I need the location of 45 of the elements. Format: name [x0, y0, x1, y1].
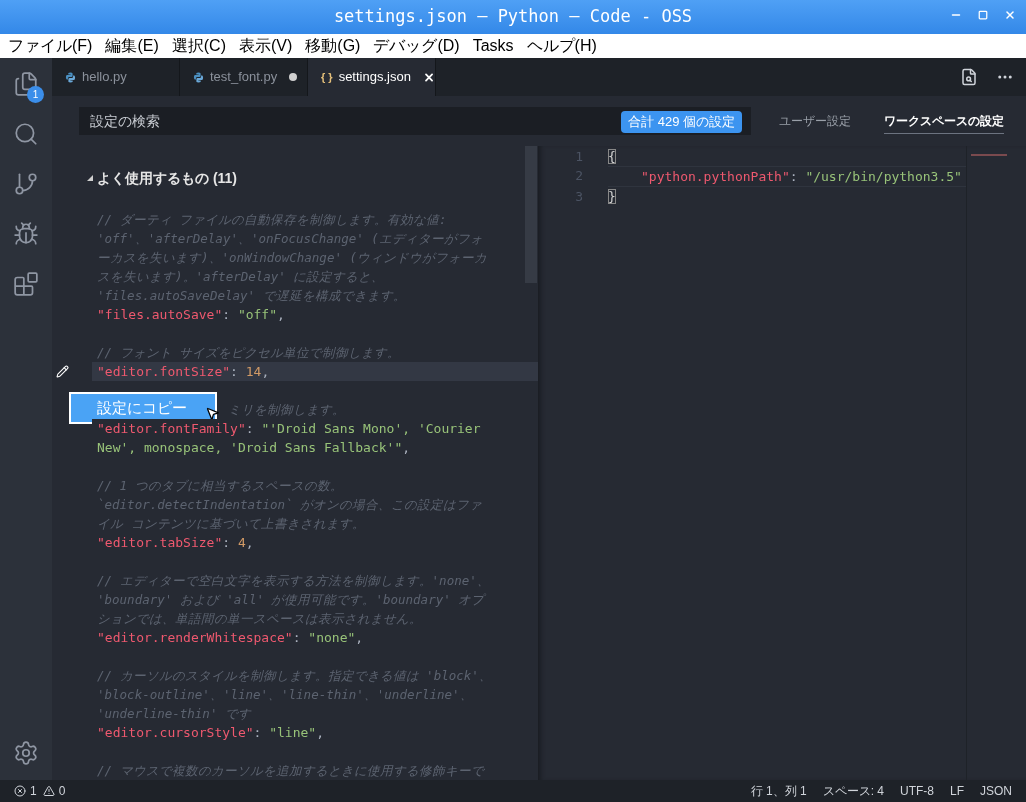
group-title[interactable]: よく使用するもの (11) — [97, 167, 237, 189]
menu-item[interactable]: 選択(C) — [171, 34, 226, 58]
json-icon: { } — [321, 68, 333, 86]
expand-arrow-icon[interactable] — [87, 175, 93, 181]
editor-tab[interactable]: hello.py — [52, 58, 180, 96]
python-icon — [65, 71, 76, 83]
python-icon — [193, 71, 204, 83]
menu-item[interactable]: 移動(G) — [305, 34, 361, 58]
menu-item[interactable]: ヘルプ(H) — [526, 34, 597, 58]
search-file-icon[interactable] — [960, 68, 978, 86]
tab-label: settings.json — [338, 68, 411, 87]
tab-label: test_font.py — [210, 68, 278, 87]
search-icon[interactable] — [13, 121, 39, 147]
status-item[interactable]: UTF-8 — [899, 782, 934, 800]
status-item[interactable]: LF — [949, 782, 964, 800]
code-line: } — [608, 188, 617, 206]
scrollbar-thumb[interactable] — [525, 146, 537, 283]
tab-label: hello.py — [82, 68, 127, 87]
menu-item[interactable]: 編集(E) — [105, 34, 159, 58]
blocks-icon[interactable] — [13, 271, 39, 297]
settings-target-tab[interactable]: ワークスペースの設定 — [884, 108, 1004, 134]
status-item[interactable]: JSON — [980, 782, 1012, 800]
settings-target-tab[interactable]: ユーザー設定 — [779, 108, 851, 134]
branch-icon[interactable] — [13, 171, 39, 197]
error-count[interactable]: 1 — [30, 782, 37, 800]
files-icon[interactable] — [13, 71, 39, 97]
status-item[interactable]: 行 1、列 1 — [750, 782, 807, 800]
warning-icon[interactable] — [42, 785, 55, 797]
warning-count[interactable]: 0 — [58, 782, 66, 800]
window-title: settings.json — Python — Code - OSS — [333, 5, 693, 29]
bug-icon[interactable] — [13, 221, 39, 247]
menu-item[interactable]: ファイル(F) — [8, 34, 93, 58]
code-line: { — [608, 148, 617, 166]
count-badge: 1 — [27, 86, 44, 103]
pencil-icon[interactable] — [56, 365, 69, 378]
code-line: "python.pythonPath": "/usr/bin/python3.5" — [608, 166, 966, 187]
maximize-icon[interactable] — [978, 10, 988, 20]
menu-item[interactable]: 表示(V) — [239, 34, 293, 58]
editor-tab[interactable]: { } settings.json — [308, 58, 436, 96]
status-item[interactable]: スペース: 4 — [822, 782, 884, 800]
menu-item[interactable]: デバッグ(D) — [373, 34, 460, 58]
settings-icon[interactable] — [13, 740, 39, 766]
error-icon[interactable] — [14, 785, 26, 797]
count-badge: 合計 429 個の設定 — [621, 111, 742, 133]
menu-item[interactable]: Tasks — [472, 34, 514, 58]
